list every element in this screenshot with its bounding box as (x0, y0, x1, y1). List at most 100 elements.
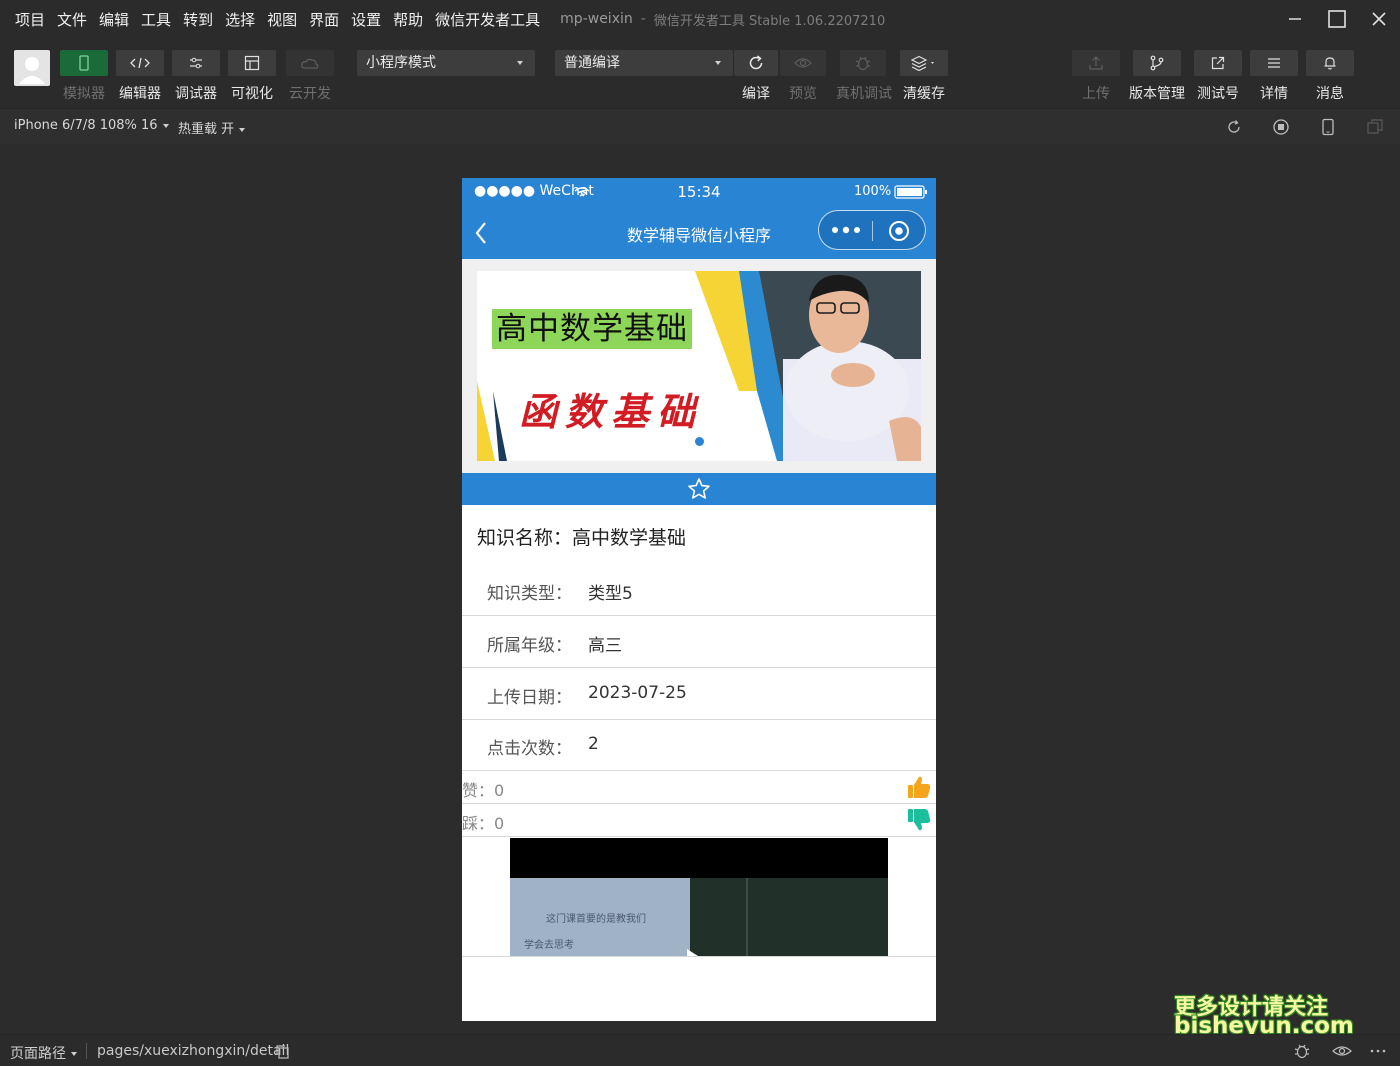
hot-reload-value: 热重载 开 (178, 122, 235, 137)
close-window-button[interactable] (1358, 0, 1400, 38)
mode-select[interactable]: 小程序模式 (357, 50, 535, 76)
battery-icon (894, 185, 927, 199)
star-icon[interactable] (687, 477, 711, 501)
simulator-label: 模拟器 (63, 86, 105, 102)
menu-devtools[interactable]: 微信开发者工具 (435, 9, 540, 30)
code-icon (130, 57, 150, 69)
messages-button[interactable] (1306, 50, 1354, 76)
chevron-down-icon (162, 123, 169, 128)
detail-row-grade: 所属年级： 高三 (462, 616, 936, 668)
status-bottom-bar: 页面路径 pages/xuexizhongxin/detail (0, 1034, 1400, 1066)
minimize-icon (1289, 18, 1301, 20)
layers-icon (910, 55, 934, 71)
user-avatar[interactable] (14, 50, 50, 86)
bell-icon (1324, 57, 1336, 70)
dislike-value: 0 (494, 814, 505, 833)
chevron-down-icon (517, 61, 523, 65)
menu-project[interactable]: 项目 (15, 9, 45, 30)
like-row: 赞：0 (462, 771, 936, 804)
detail-row-upload-date: 上传日期： 2023-07-25 (462, 668, 936, 720)
phone-simulator: ●●●●● WeChat 15:34 100% 数学辅导微信小程序 高中数学基础… (462, 178, 936, 1021)
stop-record-icon[interactable] (1272, 118, 1290, 136)
chevron-down-icon (239, 127, 246, 132)
visual-label: 可视化 (231, 86, 273, 102)
thumbs-down-icon[interactable] (906, 807, 932, 833)
mode-select-value: 小程序模式 (366, 55, 436, 71)
page-path-label: 页面路径 (10, 1046, 66, 1062)
close-mini-program-icon[interactable] (888, 220, 910, 242)
chevron-down-icon (71, 1052, 77, 1056)
divider (86, 1043, 87, 1059)
menu-settings[interactable]: 设置 (351, 9, 381, 30)
clear-cache-button[interactable] (900, 50, 948, 76)
version-mgmt-label: 版本管理 (1129, 86, 1185, 102)
menu-edit[interactable]: 编辑 (99, 9, 129, 30)
compile-button[interactable] (734, 50, 778, 76)
version-mgmt-button[interactable] (1133, 50, 1181, 76)
minimize-button[interactable] (1274, 0, 1316, 38)
like-count: 赞：0 (462, 777, 504, 801)
device-select-value: iPhone 6/7/8 108% 16 (14, 118, 158, 133)
detach-window-icon[interactable] (1366, 118, 1384, 136)
like-label: 赞： (462, 781, 495, 800)
close-icon (1372, 12, 1386, 26)
user-avatar-icon (19, 57, 45, 84)
video-player[interactable]: 这门课首要的是教我们 学会去思考 (510, 838, 888, 956)
more-horizontal-icon[interactable] (1370, 1048, 1386, 1054)
refresh-icon (749, 55, 763, 70)
menu-goto[interactable]: 转到 (183, 9, 213, 30)
simulator-button[interactable] (60, 50, 108, 76)
eye-icon[interactable] (1331, 1044, 1353, 1058)
hot-reload-toggle[interactable]: 热重载 开 (178, 118, 246, 137)
capsule-divider (872, 221, 873, 241)
phone-icon (79, 55, 89, 71)
copy-icon[interactable] (275, 1044, 290, 1059)
details-label: 详情 (1260, 86, 1288, 102)
project-name: mp-weixin (560, 11, 633, 27)
menu-tools[interactable]: 工具 (141, 9, 171, 30)
menu-file[interactable]: 文件 (57, 9, 87, 30)
clear-cache-label: 清缓存 (903, 86, 945, 102)
menu-help[interactable]: 帮助 (393, 9, 423, 30)
compile-mode-select[interactable]: 普通编译 (555, 50, 733, 76)
cloud-label: 云开发 (289, 86, 331, 102)
maximize-button[interactable] (1316, 0, 1358, 38)
device-frame-icon[interactable] (1319, 118, 1337, 136)
debugger-button[interactable] (172, 50, 220, 76)
swiper-indicator-dot[interactable] (695, 437, 704, 446)
chevron-down-icon (715, 61, 721, 65)
dislike-count: 踩：0 (462, 810, 504, 834)
upload-icon (1089, 56, 1103, 70)
test-account-button[interactable] (1194, 50, 1242, 76)
visual-button[interactable] (228, 50, 276, 76)
menu-select[interactable]: 选择 (225, 9, 255, 30)
menu-interface[interactable]: 界面 (309, 9, 339, 30)
device-select[interactable]: iPhone 6/7/8 108% 16 (14, 118, 169, 133)
upload-button[interactable] (1072, 50, 1120, 76)
play-icon[interactable] (686, 948, 700, 956)
detail-row-label: 上传日期： (487, 688, 572, 708)
editor-label: 编辑器 (119, 86, 161, 102)
detail-row-value: 类型5 (588, 584, 633, 604)
editor-button[interactable] (116, 50, 164, 76)
bug-icon[interactable] (1293, 1042, 1311, 1060)
banner-image: 高中数学基础 函数基础 (477, 271, 921, 461)
banner-swiper[interactable]: 高中数学基础 函数基础 (462, 259, 936, 473)
thumbs-up-icon[interactable] (906, 774, 932, 800)
app-version: 微信开发者工具 Stable 1.06.2207210 (653, 13, 886, 29)
video-caption-line1: 这门课首要的是教我们 (546, 914, 646, 925)
more-dots-icon[interactable] (831, 224, 861, 236)
menu-view[interactable]: 视图 (267, 9, 297, 30)
page-path-toggle[interactable]: 页面路径 (10, 1043, 77, 1063)
preview-button[interactable] (780, 50, 826, 76)
video-caption-line2: 学会去思考 (524, 940, 574, 951)
page-path-value: pages/xuexizhongxin/detail (97, 1043, 290, 1059)
debugger-label: 调试器 (175, 86, 217, 102)
knowledge-name: 知识名称：高中数学基础 (477, 523, 686, 550)
rotate-icon[interactable] (1225, 118, 1243, 136)
cloud-button[interactable] (286, 50, 334, 76)
real-debug-button[interactable] (840, 50, 886, 76)
menu-bar: 项目 文件 编辑 工具 转到 选择 视图 界面 设置 帮助 微信开发者工具 mp… (0, 0, 1400, 38)
favorite-bar[interactable] (462, 473, 936, 505)
details-button[interactable] (1250, 50, 1298, 76)
